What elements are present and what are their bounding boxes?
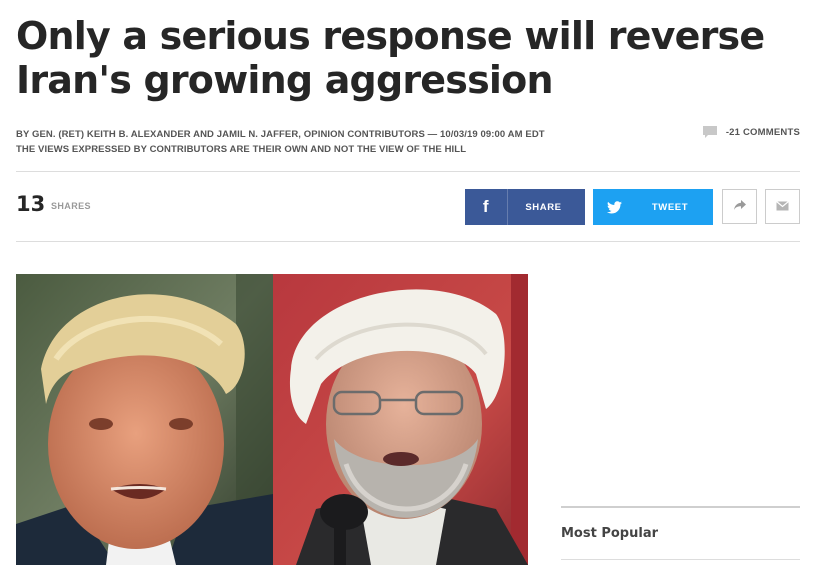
most-popular-heading: Most Popular bbox=[561, 526, 659, 541]
divider bbox=[561, 559, 800, 560]
shares-label: SHARES bbox=[51, 201, 91, 211]
email-share-button[interactable] bbox=[765, 189, 800, 224]
byline-authors: BY GEN. (RET) KEITH B. ALEXANDER AND JAM… bbox=[16, 129, 545, 140]
facebook-share-button[interactable]: f SHARE bbox=[465, 189, 585, 225]
divider bbox=[16, 171, 800, 172]
speech-bubble-icon bbox=[702, 125, 718, 139]
divider bbox=[561, 506, 800, 508]
byline-disclaimer: THE VIEWS EXPRESSED BY CONTRIBUTORS ARE … bbox=[16, 144, 467, 155]
comments-link[interactable]: -21 COMMENTS bbox=[702, 125, 800, 139]
facebook-icon: f bbox=[465, 189, 508, 225]
twitter-tweet-button[interactable]: TWEET bbox=[593, 189, 713, 225]
article-headline: Only a serious response will reverse Ira… bbox=[16, 14, 765, 102]
envelope-icon bbox=[776, 198, 789, 216]
article-photo bbox=[16, 274, 528, 565]
facebook-share-label: SHARE bbox=[525, 201, 562, 213]
twitter-tweet-label: TWEET bbox=[651, 201, 689, 213]
comments-count: -21 COMMENTS bbox=[725, 126, 800, 138]
shares-count: 13 bbox=[16, 192, 46, 216]
more-share-button[interactable] bbox=[722, 189, 757, 224]
twitter-bird-icon bbox=[593, 189, 635, 225]
share-arrow-icon bbox=[733, 198, 747, 216]
article-byline: BY GEN. (RET) KEITH B. ALEXANDER AND JAM… bbox=[16, 127, 636, 157]
divider bbox=[16, 241, 800, 242]
